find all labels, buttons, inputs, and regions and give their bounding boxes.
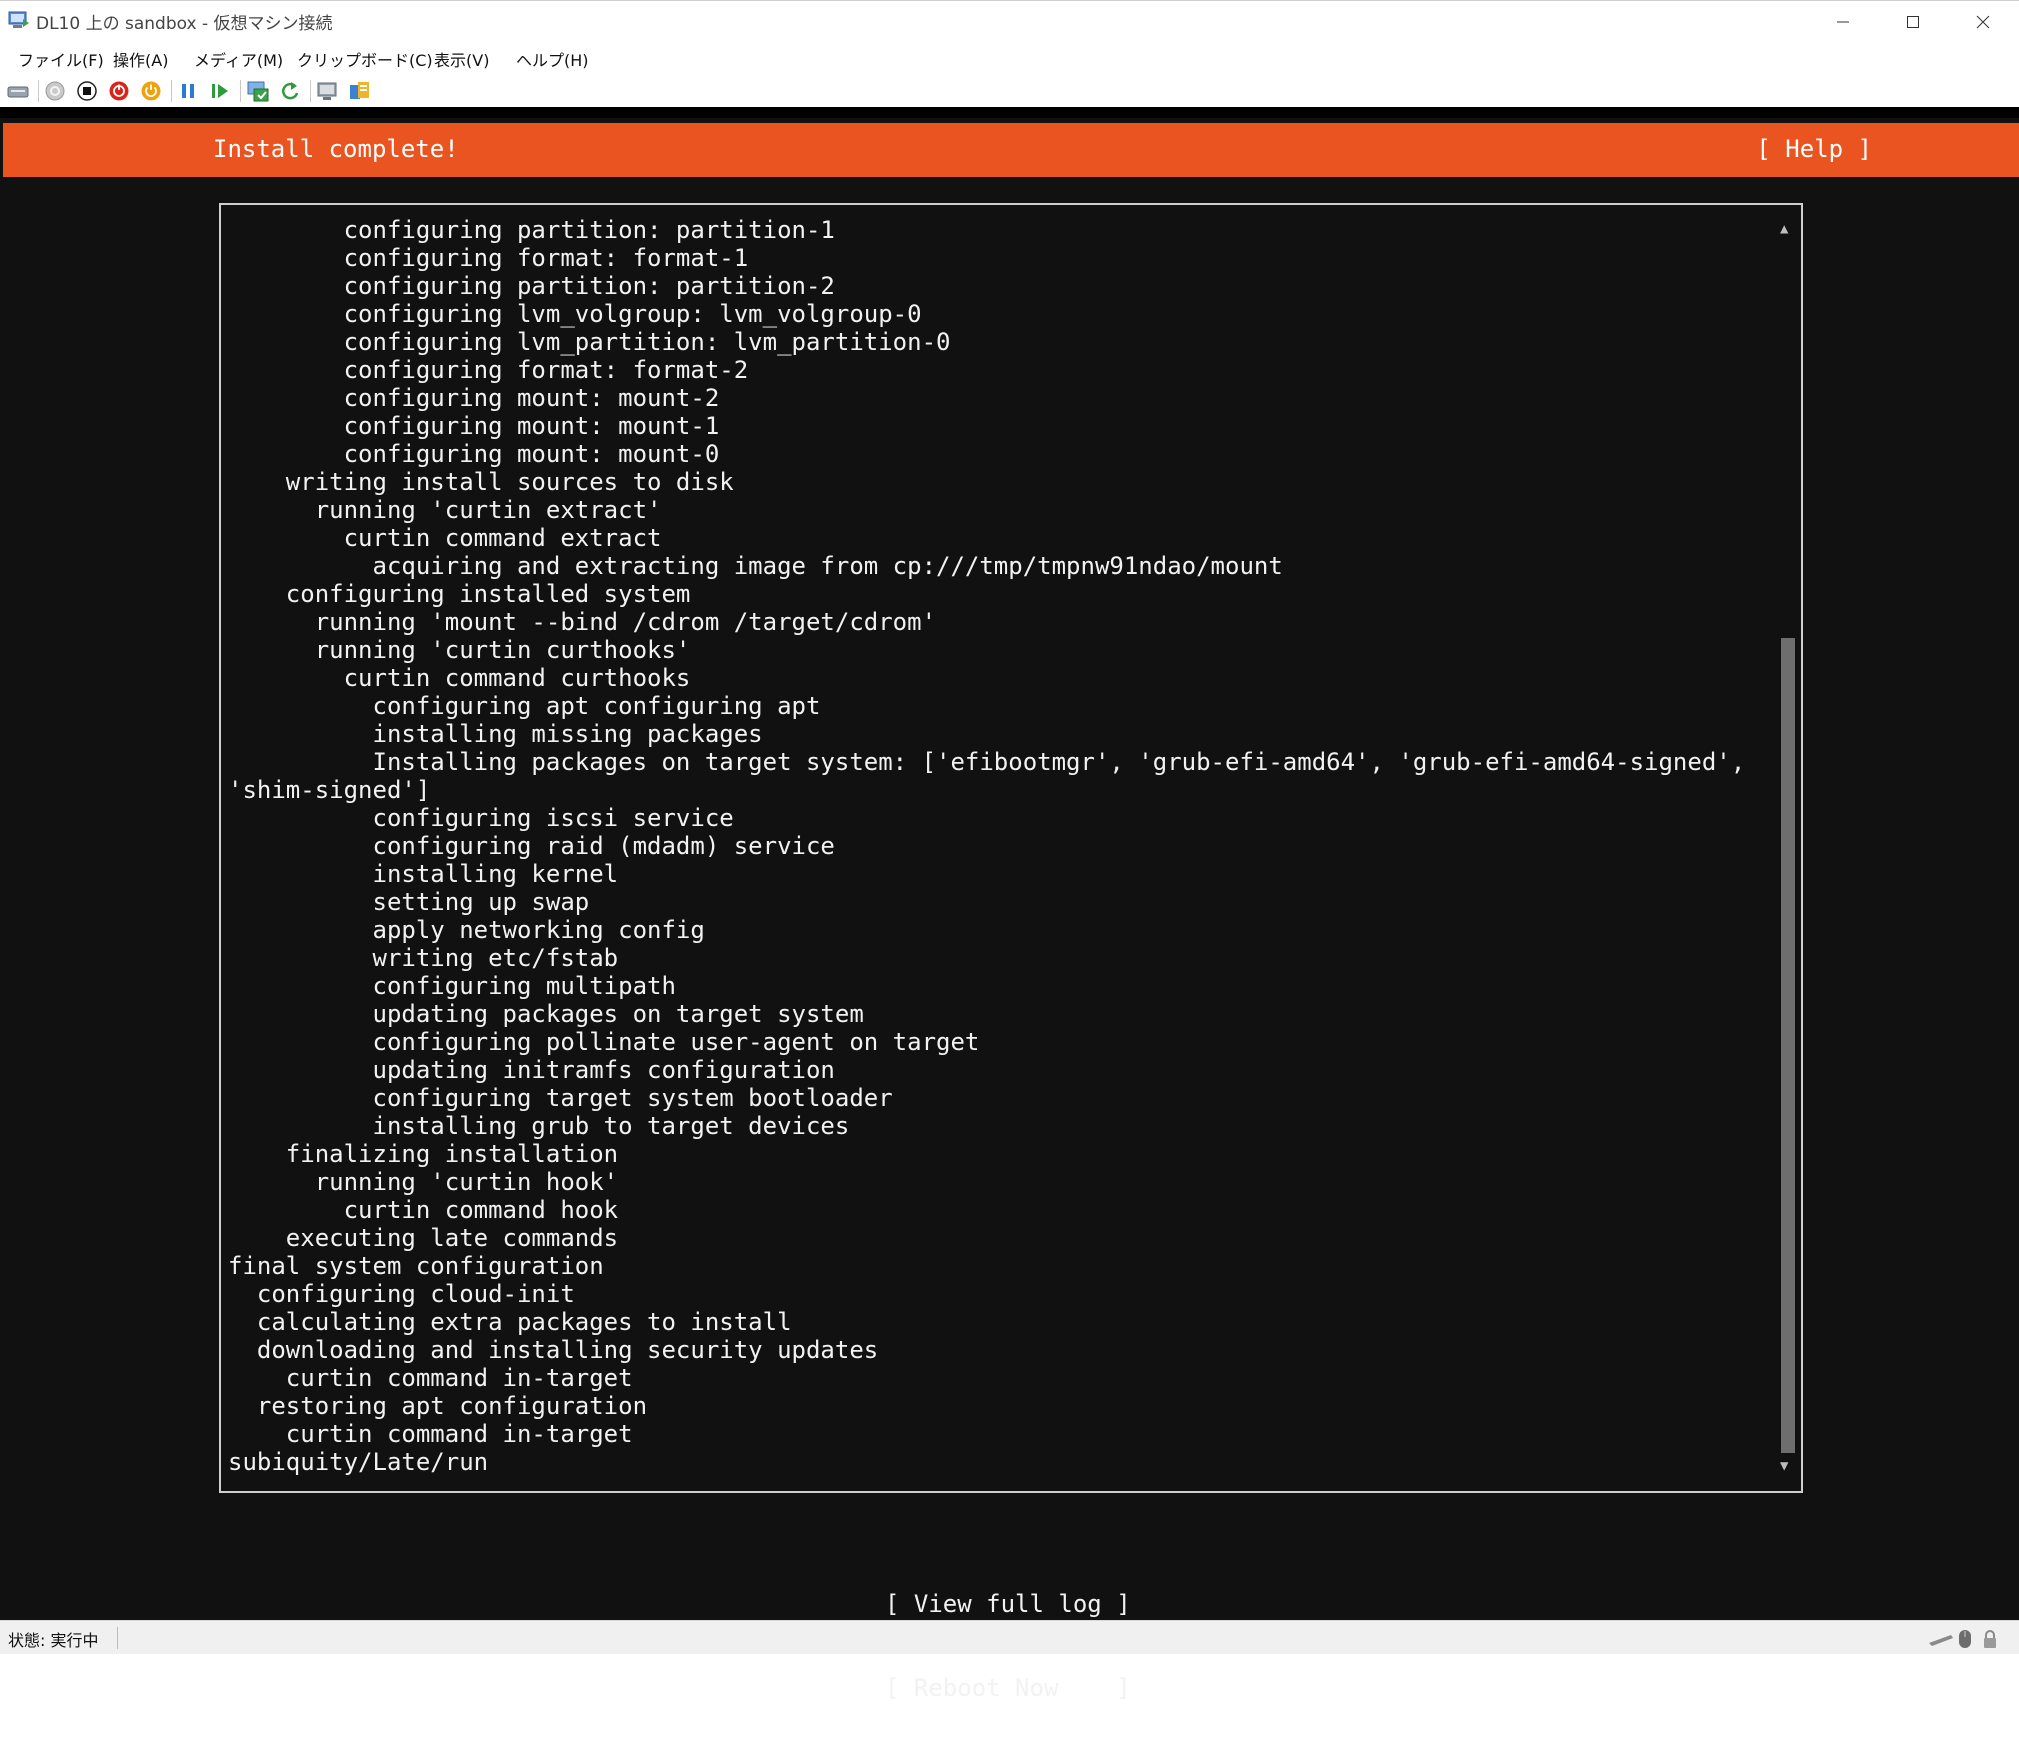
start-icon[interactable]	[43, 79, 67, 103]
turn-off-icon[interactable]	[75, 79, 99, 103]
log-line: curtin command in-target	[228, 1364, 633, 1392]
log-line: running 'curtin extract'	[228, 496, 662, 524]
log-line: installing kernel	[228, 860, 619, 888]
lock-icon	[1982, 1629, 1998, 1653]
log-line: configuring mount: mount-1	[228, 412, 720, 440]
log-line: configuring partition: partition-2	[228, 272, 835, 300]
log-line: configuring multipath	[228, 972, 676, 1000]
close-icon	[1976, 15, 1990, 28]
log-line: subiquity/Late/run	[228, 1448, 489, 1476]
window-titlebar: DL10 上の sandbox - 仮想マシン接続	[0, 0, 2019, 41]
ctrl-alt-del-icon[interactable]	[6, 79, 30, 103]
log-line: configuring raid (mdadm) service	[228, 832, 835, 860]
log-line: configuring lvm_partition: lvm_partition…	[228, 328, 951, 356]
status-separator	[117, 1627, 118, 1649]
log-scrollbar-thumb[interactable]	[1781, 638, 1795, 1453]
vm-top-border	[0, 107, 2019, 118]
minimize-icon	[1837, 21, 1849, 22]
install-status-title: Install complete!	[213, 135, 459, 163]
revert-icon[interactable]	[278, 79, 302, 103]
log-line: configuring pollinate user-agent on targ…	[228, 1028, 980, 1056]
log-line: restoring apt configuration	[228, 1392, 648, 1420]
pause-icon[interactable]	[176, 79, 200, 103]
log-line: executing late commands	[228, 1224, 619, 1252]
log-line: configuring apt configuring apt	[228, 692, 821, 720]
log-line: Installing packages on target system: ['…	[228, 748, 1746, 776]
share-icon[interactable]	[348, 79, 372, 103]
log-line: calculating extra packages to install	[228, 1308, 792, 1336]
log-line: configuring target system bootloader	[228, 1084, 893, 1112]
minimize-button[interactable]	[1808, 1, 1878, 42]
log-line: configuring format: format-2	[228, 356, 749, 384]
menu-view[interactable]: 表示(V)	[434, 47, 489, 71]
log-line: configuring iscsi service	[228, 804, 734, 832]
shut-down-icon[interactable]	[107, 79, 131, 103]
install-log-panel[interactable]: configuring partition: partition-1 confi…	[219, 203, 1803, 1493]
vm-connection-icon	[8, 10, 30, 30]
log-line: running 'mount --bind /cdrom /target/cdr…	[228, 608, 937, 636]
menu-file[interactable]: ファイル(F)	[18, 47, 104, 71]
help-button[interactable]: [ Help ]	[1756, 135, 1872, 163]
scroll-down-arrow-icon[interactable]: ▼	[1780, 1458, 1788, 1474]
log-line: updating initramfs configuration	[228, 1056, 835, 1084]
power-icon[interactable]	[139, 79, 163, 103]
scroll-up-arrow-icon[interactable]: ▲	[1780, 221, 1788, 237]
toolbar-separator	[38, 80, 39, 102]
log-line: writing install sources to disk	[228, 468, 734, 496]
toolbar-separator	[240, 80, 241, 102]
log-line: configuring partition: partition-1	[228, 216, 835, 244]
log-line: configuring lvm_volgroup: lvm_volgroup-0	[228, 300, 922, 328]
log-line: curtin command in-target	[228, 1420, 633, 1448]
maximize-icon	[1907, 15, 1919, 28]
menu-bar: ファイル(F) 操作(A) メディア(M) クリップボード(C) 表示(V) ヘ…	[0, 41, 2019, 75]
mouse-icon	[1958, 1629, 1972, 1653]
checkpoint-icon[interactable]	[246, 79, 270, 103]
close-button[interactable]	[1948, 1, 2018, 42]
log-line: installing missing packages	[228, 720, 763, 748]
log-line: writing etc/fstab	[228, 944, 619, 972]
log-line: running 'curtin curthooks'	[228, 636, 691, 664]
menu-clipboard[interactable]: クリップボード(C)	[297, 47, 433, 71]
log-line: configuring cloud-init	[228, 1280, 575, 1308]
log-line: acquiring and extracting image from cp:/…	[228, 552, 1283, 580]
log-line: configuring installed system	[228, 580, 691, 608]
toolbar	[0, 75, 2019, 107]
reboot-now-button[interactable]: [ Reboot Now ]	[885, 1674, 1131, 1702]
log-line: configuring mount: mount-2	[228, 384, 720, 412]
toolbar-separator	[171, 80, 172, 102]
log-line: apply networking config	[228, 916, 705, 944]
log-line: configuring mount: mount-0	[228, 440, 720, 468]
resume-icon[interactable]	[208, 79, 232, 103]
log-line: curtin command hook	[228, 1196, 619, 1224]
window-title: DL10 上の sandbox - 仮想マシン接続	[36, 14, 333, 34]
enhanced-session-icon[interactable]	[316, 79, 340, 103]
log-line: 'shim-signed']	[228, 776, 431, 804]
vm-status-text: 状態: 実行中	[8, 1631, 99, 1650]
menu-media[interactable]: メディア(M)	[194, 47, 283, 71]
log-line: installing grub to target devices	[228, 1112, 850, 1140]
log-line: downloading and installing security upda…	[228, 1336, 879, 1364]
log-line: final system configuration	[228, 1252, 604, 1280]
install-log-lines: configuring partition: partition-1 confi…	[228, 216, 1748, 1476]
menu-action[interactable]: 操作(A)	[113, 47, 168, 71]
view-full-log-button[interactable]: [ View full log ]	[885, 1590, 1131, 1618]
maximize-button[interactable]	[1878, 1, 1948, 42]
toolbar-separator	[310, 80, 311, 102]
keyboard-icon	[1928, 1629, 1954, 1651]
log-line: finalizing installation	[228, 1140, 619, 1168]
log-line: curtin command curthooks	[228, 664, 691, 692]
vm-screen[interactable]: Install complete! [ Help ] configuring p…	[0, 107, 2019, 1702]
log-line: configuring format: format-1	[228, 244, 749, 272]
log-line: updating packages on target system	[228, 1000, 864, 1028]
menu-help[interactable]: ヘルプ(H)	[516, 47, 589, 71]
log-line: curtin command extract	[228, 524, 662, 552]
log-line: running 'curtin hook'	[228, 1168, 619, 1196]
status-bar: 状態: 実行中	[0, 1620, 2019, 1654]
installer-header: Install complete! [ Help ]	[3, 123, 2019, 177]
log-line: setting up swap	[228, 888, 590, 916]
